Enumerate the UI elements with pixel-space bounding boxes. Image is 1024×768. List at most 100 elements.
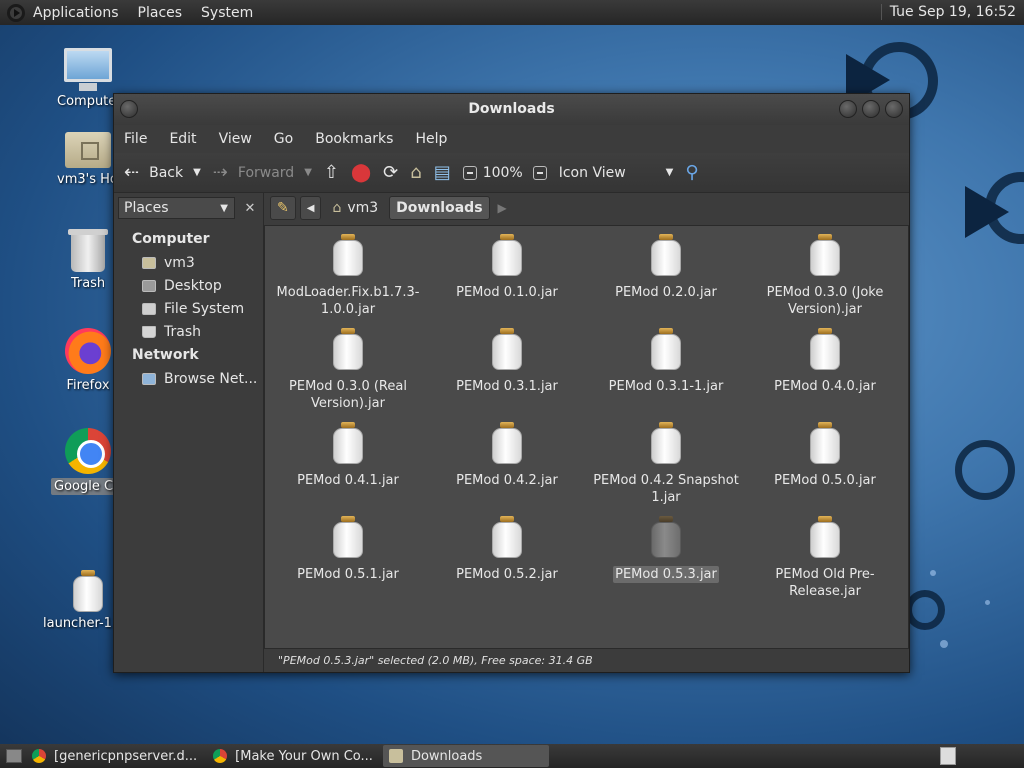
home-folder-icon — [65, 132, 111, 168]
sidebar-item-vm3[interactable]: vm3 — [132, 251, 263, 274]
stop-button[interactable]: ⬤ — [351, 161, 372, 183]
sidebar-places-select[interactable]: Places ▼ — [118, 197, 235, 219]
path-segment-vm3[interactable]: ⌂ vm3 — [325, 196, 385, 220]
file-name-line: PEMod 0.5.0.jar — [774, 473, 876, 488]
file-item[interactable]: PEMod Old Pre- Release.jar — [750, 516, 900, 600]
location-toggle-button[interactable]: ✎ — [270, 196, 296, 220]
maximize-button[interactable] — [862, 100, 880, 118]
file-name-line: Release.jar — [789, 584, 861, 599]
jar-file-icon — [490, 516, 524, 558]
file-item[interactable]: PEMod 0.5.1.jar — [273, 516, 423, 583]
up-button[interactable]: ⇧ — [324, 163, 339, 182]
file-item[interactable]: PEMod 0.5.0.jar — [750, 422, 900, 489]
sidebar-item-desktop[interactable]: Desktop — [132, 274, 263, 297]
minimize-button[interactable] — [839, 100, 857, 118]
zoom-level: 100% — [482, 164, 523, 181]
jar-file-icon — [649, 422, 683, 464]
file-item[interactable]: PEMod 0.4.2.jar — [432, 422, 582, 489]
path-segment-downloads[interactable]: Downloads — [389, 196, 490, 220]
jar-file-icon — [490, 422, 524, 464]
file-name-line: Version).jar — [311, 396, 385, 411]
taskbar-item-label: Downloads — [410, 748, 483, 764]
reload-icon: ⟳ — [383, 161, 399, 183]
file-item[interactable]: PEMod 0.3.1.jar — [432, 328, 582, 395]
file-item[interactable]: PEMod 0.5.3.jar — [591, 516, 741, 583]
file-name: PEMod 0.2.0.jar — [613, 284, 719, 301]
back-button[interactable]: ⇠ Back ▼ — [124, 163, 201, 182]
reload-button[interactable]: ⟳ — [383, 161, 399, 183]
menu-view[interactable]: View — [219, 131, 252, 147]
window-content: Places ▼ ✕ Computer vm3 Desktop File Sys… — [114, 193, 909, 672]
file-item[interactable]: PEMod 0.4.0.jar — [750, 328, 900, 395]
forward-button[interactable]: ⇢ Forward ▼ — [213, 163, 312, 182]
file-item[interactable]: PEMod 0.1.0.jar — [432, 234, 582, 301]
menu-bookmarks[interactable]: Bookmarks — [315, 131, 393, 147]
search-button[interactable]: ⚲ — [685, 163, 698, 182]
taskbar-item-chrome-1[interactable]: [genericpnpserver.d... — [26, 745, 203, 767]
file-item[interactable]: PEMod 0.3.0 (Joke Version).jar — [750, 234, 900, 318]
file-name-line: PEMod 0.3.0 (Joke — [766, 285, 884, 300]
jar-file-icon — [490, 234, 524, 276]
zoom-out-button[interactable] — [462, 165, 477, 180]
menu-edit[interactable]: Edit — [169, 131, 196, 147]
file-item[interactable]: PEMod 0.3.1-1.jar — [591, 328, 741, 395]
forward-history-dropdown-icon[interactable]: ▼ — [304, 167, 312, 178]
file-item[interactable]: PEMod 0.5.2.jar — [432, 516, 582, 583]
sidebar-item-label: Desktop — [164, 277, 222, 294]
icon-view[interactable]: ModLoader.Fix.b1.7.3- 1.0.0.jar PEMod 0.1.… — [264, 225, 909, 649]
jar-icon — [71, 570, 105, 612]
menu-places[interactable]: Places — [138, 5, 183, 21]
sidebar-item-trash[interactable]: Trash — [132, 320, 263, 343]
bubble-decoration — [985, 600, 990, 605]
home-folder-icon — [142, 256, 156, 269]
sidebar-item-label: vm3 — [164, 254, 195, 271]
bubble-decoration — [930, 570, 936, 576]
home-folder-icon: ⌂ — [410, 161, 422, 183]
close-button[interactable] — [885, 100, 903, 118]
file-name: PEMod Old Pre- Release.jar — [773, 566, 876, 600]
computer-button[interactable]: ▤ — [434, 163, 451, 182]
file-item[interactable]: PEMod 0.4.1.jar — [273, 422, 423, 489]
workspace-switcher-icon[interactable] — [940, 747, 956, 765]
file-name: PEMod 0.5.3.jar — [613, 566, 719, 583]
jar-file-icon — [331, 234, 365, 276]
file-name-line: PEMod 0.4.2.jar — [456, 473, 558, 488]
menu-applications[interactable]: Applications — [33, 5, 119, 21]
path-scroll-left-button[interactable]: ◀ — [299, 196, 322, 220]
distro-logo-icon[interactable] — [7, 3, 25, 22]
jar-file-icon — [490, 328, 524, 370]
clock[interactable]: Tue Sep 19, 16:52 — [880, 4, 1016, 20]
file-item[interactable]: ModLoader.Fix.b1.7.3- 1.0.0.jar — [273, 234, 423, 318]
window-menu-button[interactable] — [120, 100, 138, 118]
sidebar-item-file-system[interactable]: File System — [132, 297, 263, 320]
status-bar: "PEMod 0.5.3.jar" selected (2.0 MB), Fre… — [264, 649, 909, 672]
file-name: PEMod 0.4.2 Snapshot 1.jar — [591, 472, 741, 506]
menu-file[interactable]: File — [124, 131, 147, 147]
chevron-right-icon[interactable]: ▶ — [498, 201, 507, 215]
menu-go[interactable]: Go — [274, 131, 293, 147]
file-name-line: Version).jar — [788, 302, 862, 317]
main-pane: ✎ ◀ ⌂ vm3 Downloads ▶ ModLoader.Fix.b1.7.… — [264, 193, 909, 672]
menu-help[interactable]: Help — [415, 131, 447, 147]
zoom-in-button[interactable] — [532, 165, 547, 180]
drive-icon — [142, 302, 156, 315]
menu-system[interactable]: System — [201, 5, 253, 21]
file-item[interactable]: PEMod 0.2.0.jar — [591, 234, 741, 301]
file-name-line: PEMod 0.4.0.jar — [774, 379, 876, 394]
file-item[interactable]: PEMod 0.4.2 Snapshot 1.jar — [591, 422, 741, 506]
back-history-dropdown-icon[interactable]: ▼ — [193, 167, 201, 178]
taskbar-item-chrome-2[interactable]: [Make Your Own Co... — [207, 745, 379, 767]
sidebar-item-browse-network[interactable]: Browse Net... — [132, 367, 263, 390]
desktop-icon-label: Trash — [70, 276, 106, 291]
taskbar-item-downloads[interactable]: Downloads — [382, 745, 549, 767]
view-mode-select[interactable]: Icon View ▼ — [559, 165, 674, 181]
file-name: PEMod 0.1.0.jar — [454, 284, 560, 301]
taskbar-item-label: [genericpnpserver.d... — [54, 748, 198, 764]
window-titlebar[interactable]: Downloads — [114, 94, 909, 125]
stop-icon: ⬤ — [351, 161, 372, 183]
file-item[interactable]: PEMod 0.3.0 (Real Version).jar — [273, 328, 423, 412]
show-desktop-icon[interactable] — [6, 749, 22, 763]
home-button[interactable]: ⌂ — [410, 161, 422, 183]
sidebar-close-icon[interactable]: ✕ — [241, 201, 259, 216]
zoom-control: 100% — [462, 164, 547, 181]
